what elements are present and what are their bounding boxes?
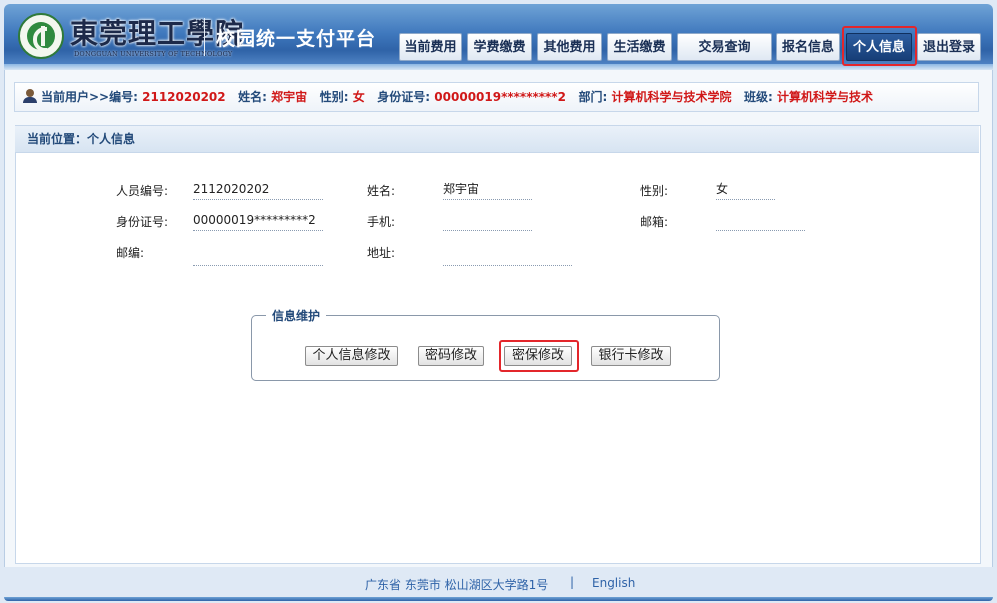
footer-separator: | [570,575,575,589]
nav-logout[interactable]: 退出登录 [917,33,981,61]
gender-value: 女 [716,182,775,200]
address-label: 地址: [367,246,396,260]
phone-label: 手机: [367,215,396,229]
userbar-prefix: 当前用户>> [41,90,110,104]
userbar-class-value: 计算机科学与技术 [777,90,874,104]
userbar-dept-label: 部门: [578,90,608,104]
change-bank-card-button[interactable]: 银行卡修改 [591,346,671,366]
page-frame: 東莞理工學院 DONGGUAN UNIVERSITY OF TECHNOLOGY… [0,0,997,603]
userbar-dept-value: 计算机科学与技术学院 [611,90,732,104]
userbar-class-label: 班级: [744,90,773,104]
address-value [443,248,572,266]
name-label: 姓名: [367,184,396,198]
platform-title: 校园统一支付平台 [216,28,377,50]
nav-other-fees[interactable]: 其他费用 [537,33,602,61]
phone-value [443,213,532,231]
current-user-bar: 当前用户>>编号: 2112020202 姓名: 郑宇宙 性别: 女 身份证号:… [14,82,979,112]
postcode-label: 邮编: [116,246,145,260]
email-label: 邮箱: [640,215,669,229]
userbar-gender-value: 女 [352,90,365,104]
highlight-box-button [499,340,579,372]
school-name-en: DONGGUAN UNIVERSITY OF TECHNOLOGY [74,50,233,58]
footer-bottom-bar [4,597,993,601]
userbar-name-value: 郑宇宙 [271,90,308,104]
staff-no-label: 人员编号: [116,184,169,198]
email-value [716,213,805,231]
gender-label: 性别: [640,184,669,198]
highlight-box-nav [842,26,917,66]
info-maintenance-legend: 信息维护 [266,307,327,324]
nav-registration[interactable]: 报名信息 [776,33,840,61]
staff-no-value: 2112020202 [193,182,323,200]
idcard-value: 00000019*********2 [193,213,323,231]
change-password-button[interactable]: 密码修改 [418,346,484,366]
userbar-id-value: 2112020202 [142,90,226,104]
nav-living-fees[interactable]: 生活缴费 [607,33,672,61]
userbar-idcard-value: 00000019*********2 [434,90,566,104]
school-logo [18,13,64,59]
userbar-idcard-label: 身份证号: [377,90,431,104]
postcode-value [193,248,323,266]
userbar-id-label: 编号: [109,90,138,104]
nav-current-fees[interactable]: 当前费用 [399,33,462,61]
header-divider [204,18,205,56]
edit-personal-info-button[interactable]: 个人信息修改 [305,346,398,366]
nav-tuition[interactable]: 学费缴费 [467,33,532,61]
user-icon [23,89,37,103]
footer-address: 广东省 东莞市 松山湖区大学路1号 [365,578,549,592]
userbar-gender-label: 性别: [319,90,349,104]
userbar-name-label: 姓名: [238,90,267,104]
footer-english-link[interactable]: English [592,576,635,590]
name-value: 郑宇宙 [443,182,532,200]
idcard-label: 身份证号: [116,215,169,229]
breadcrumb: 当前位置：个人信息 [15,126,979,153]
nav-transactions[interactable]: 交易查询 [677,33,772,61]
